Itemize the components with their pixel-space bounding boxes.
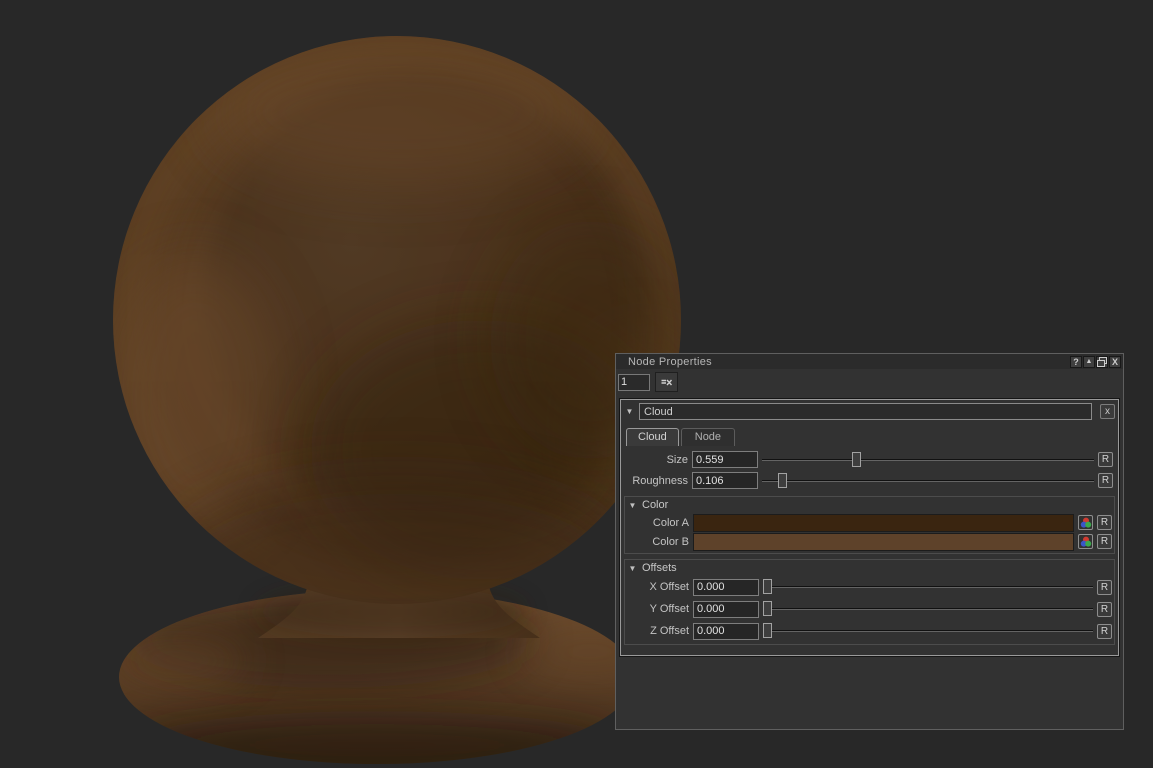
slider-track xyxy=(763,630,1093,632)
section-collapse-icon[interactable]: ▼ xyxy=(627,501,638,510)
pin-icon xyxy=(660,377,673,388)
param-row-z-offset: Z Offset R xyxy=(625,620,1114,642)
size-input[interactable] xyxy=(692,451,758,468)
rgb-picker-icon xyxy=(1080,517,1092,529)
viewport: Node Properties ? ▲ X ▼ xyxy=(0,0,1153,768)
color-b-reset-button[interactable]: R xyxy=(1097,534,1112,549)
color-a-row: Color A R xyxy=(625,513,1114,532)
cloud-node-group: ▼ x Cloud Node Size R Roughness xyxy=(620,399,1119,656)
node-properties-panel: Node Properties ? ▲ X ▼ xyxy=(615,353,1124,730)
slider-handle[interactable] xyxy=(852,452,861,467)
x-offset-slider[interactable] xyxy=(763,579,1093,595)
y-offset-slider[interactable] xyxy=(763,601,1093,617)
z-offset-input[interactable] xyxy=(693,623,759,640)
section-collapse-icon[interactable]: ▼ xyxy=(627,564,638,573)
z-offset-reset-button[interactable]: R xyxy=(1097,624,1112,639)
size-slider[interactable] xyxy=(762,452,1094,468)
z-offset-slider[interactable] xyxy=(763,623,1093,639)
param-label: Z Offset xyxy=(625,625,689,637)
panel-toolbar xyxy=(616,369,1123,392)
param-label: X Offset xyxy=(625,581,689,593)
node-close-icon[interactable]: x xyxy=(1100,404,1115,419)
x-offset-reset-button[interactable]: R xyxy=(1097,580,1112,595)
slider-track xyxy=(762,480,1094,482)
color-section: ▼ Color Color A R Co xyxy=(624,496,1115,554)
node-collapse-icon[interactable]: ▼ xyxy=(624,407,635,416)
param-label: Color A xyxy=(625,517,689,529)
help-icon[interactable]: ? xyxy=(1070,356,1082,368)
roughness-slider[interactable] xyxy=(762,473,1094,489)
slider-track xyxy=(763,608,1093,610)
offsets-section-header[interactable]: ▼ Offsets xyxy=(625,560,1114,576)
slider-handle[interactable] xyxy=(763,623,772,638)
section-label: Color xyxy=(642,499,668,511)
color-a-reset-button[interactable]: R xyxy=(1097,515,1112,530)
param-row-roughness: Roughness R xyxy=(624,470,1115,491)
y-offset-reset-button[interactable]: R xyxy=(1097,602,1112,617)
param-label: Roughness xyxy=(624,475,688,487)
color-section-header[interactable]: ▼ Color xyxy=(625,497,1114,513)
node-header: ▼ x xyxy=(624,403,1115,420)
size-reset-button[interactable]: R xyxy=(1098,452,1113,467)
node-tabs: Cloud Node xyxy=(626,428,1115,446)
offsets-section: ▼ Offsets X Offset R Y Offset xyxy=(624,559,1115,645)
restore-glyph xyxy=(1097,357,1107,367)
node-name-field[interactable] xyxy=(639,403,1092,420)
panel-titlebar[interactable]: Node Properties ? ▲ X xyxy=(616,354,1123,369)
param-label: Color B xyxy=(625,536,689,548)
section-label: Offsets xyxy=(642,562,677,574)
restore-icon[interactable] xyxy=(1096,356,1108,368)
node-index-input[interactable] xyxy=(618,374,650,391)
roughness-reset-button[interactable]: R xyxy=(1098,473,1113,488)
slider-handle[interactable] xyxy=(778,473,787,488)
color-b-row: Color B R xyxy=(625,532,1114,551)
param-row-y-offset: Y Offset R xyxy=(625,598,1114,620)
collapse-icon[interactable]: ▲ xyxy=(1083,356,1095,368)
pin-button[interactable] xyxy=(655,372,678,392)
slider-handle[interactable] xyxy=(763,579,772,594)
param-label: Y Offset xyxy=(625,603,689,615)
param-row-size: Size R xyxy=(624,449,1115,470)
color-b-swatch[interactable] xyxy=(693,533,1074,551)
close-icon[interactable]: X xyxy=(1109,356,1121,368)
slider-track xyxy=(763,586,1093,588)
param-label: Size xyxy=(624,454,688,466)
tab-node[interactable]: Node xyxy=(681,428,735,446)
slider-handle[interactable] xyxy=(763,601,772,616)
color-a-picker-button[interactable] xyxy=(1078,515,1093,530)
tab-cloud[interactable]: Cloud xyxy=(626,428,679,446)
color-a-swatch[interactable] xyxy=(693,514,1074,532)
panel-title: Node Properties xyxy=(628,356,1069,368)
y-offset-input[interactable] xyxy=(693,601,759,618)
color-b-picker-button[interactable] xyxy=(1078,534,1093,549)
roughness-input[interactable] xyxy=(692,472,758,489)
param-row-x-offset: X Offset R xyxy=(625,576,1114,598)
rgb-picker-icon xyxy=(1080,536,1092,548)
x-offset-input[interactable] xyxy=(693,579,759,596)
slider-track xyxy=(762,459,1094,461)
